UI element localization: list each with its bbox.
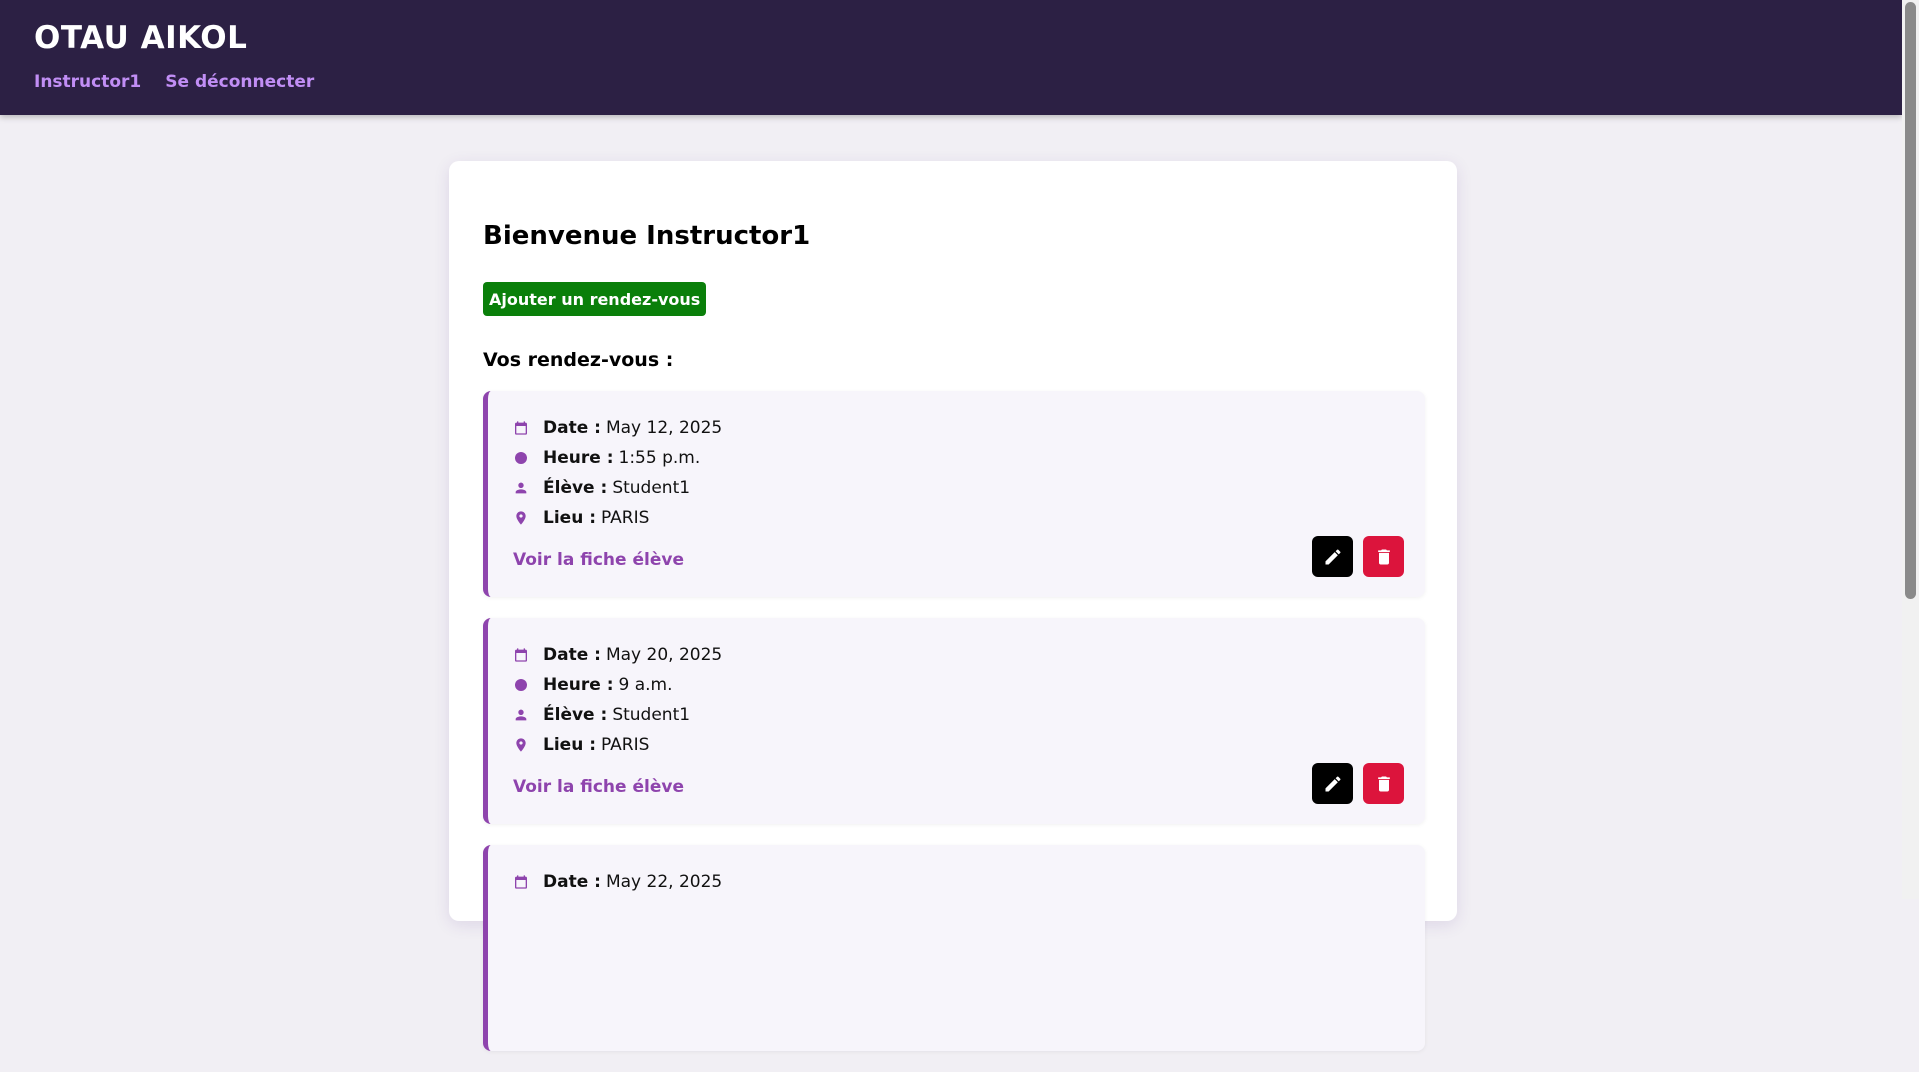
place-value: PARIS: [601, 508, 650, 528]
place-label: Lieu :: [543, 508, 597, 528]
appointments-heading: Vos rendez-vous :: [483, 349, 674, 371]
appointment-place-row: Lieu : PARIS: [513, 730, 722, 760]
date-value: May 12, 2025: [605, 418, 723, 438]
date-label: Date :: [543, 645, 601, 665]
clock-icon: [513, 450, 543, 466]
student-value: Student1: [612, 478, 691, 498]
brand-title: OTAU AIKOL: [34, 20, 248, 56]
date-label: Date :: [543, 872, 601, 892]
time-value: 1:55 p.m.: [618, 448, 701, 468]
date-value: May 20, 2025: [605, 645, 723, 665]
time-value: 9 a.m.: [618, 675, 673, 695]
appointment-place-row: Lieu : PARIS: [513, 503, 722, 533]
appointment-card: Date : May 20, 2025 Heure : 9 a.m. Élève…: [483, 618, 1425, 824]
student-value: Student1: [612, 705, 691, 725]
location-pin-icon: [513, 737, 543, 753]
appointment-time-row: Heure : 1:55 p.m.: [513, 443, 722, 473]
edit-button[interactable]: [1312, 763, 1353, 804]
location-pin-icon: [513, 510, 543, 526]
place-value: PARIS: [601, 735, 650, 755]
nav-logout-link[interactable]: Se déconnecter: [165, 72, 314, 92]
student-label: Élève :: [543, 478, 608, 498]
edit-button[interactable]: [1312, 536, 1353, 577]
appointment-time-row: Heure : 9 a.m.: [513, 670, 722, 700]
add-appointment-button[interactable]: Ajouter un rendez-vous: [483, 282, 707, 316]
view-student-link[interactable]: Voir la fiche élève: [513, 550, 684, 570]
place-label: Lieu :: [543, 735, 597, 755]
top-header: OTAU AIKOL Instructor1 Se déconnecter: [0, 0, 1902, 115]
header-nav: Instructor1 Se déconnecter: [34, 72, 314, 92]
appointment-date-row: Date : May 20, 2025: [513, 640, 722, 670]
person-icon: [513, 480, 543, 496]
person-icon: [513, 707, 543, 723]
page-title: Bienvenue Instructor1: [483, 221, 811, 251]
appointment-card: Date : May 22, 2025: [483, 845, 1425, 1051]
appointment-card: Date : May 12, 2025 Heure : 1:55 p.m. Él…: [483, 391, 1425, 597]
clock-icon: [513, 677, 543, 693]
pencil-icon: [1323, 547, 1343, 567]
nav-user-link[interactable]: Instructor1: [34, 72, 141, 92]
appointment-date-row: Date : May 22, 2025: [513, 867, 722, 897]
view-student-link[interactable]: Voir la fiche élève: [513, 777, 684, 797]
date-label: Date :: [543, 418, 601, 438]
pencil-icon: [1323, 774, 1343, 794]
trash-icon: [1374, 774, 1394, 794]
appointment-list: Date : May 12, 2025 Heure : 1:55 p.m. Él…: [483, 391, 1425, 1072]
calendar-icon: [513, 420, 543, 436]
trash-icon: [1374, 547, 1394, 567]
scrollbar-thumb[interactable]: [1905, 2, 1916, 599]
appointment-student-row: Élève : Student1: [513, 473, 722, 503]
date-value: May 22, 2025: [605, 872, 723, 892]
time-label: Heure :: [543, 675, 614, 695]
time-label: Heure :: [543, 448, 614, 468]
delete-button[interactable]: [1363, 763, 1404, 804]
page-scrollbar[interactable]: [1902, 0, 1919, 899]
delete-button[interactable]: [1363, 536, 1404, 577]
calendar-icon: [513, 874, 543, 890]
appointment-student-row: Élève : Student1: [513, 700, 722, 730]
calendar-icon: [513, 647, 543, 663]
dashboard-card: Bienvenue Instructor1 Ajouter un rendez-…: [449, 161, 1457, 1051]
appointment-date-row: Date : May 12, 2025: [513, 413, 722, 443]
student-label: Élève :: [543, 705, 608, 725]
